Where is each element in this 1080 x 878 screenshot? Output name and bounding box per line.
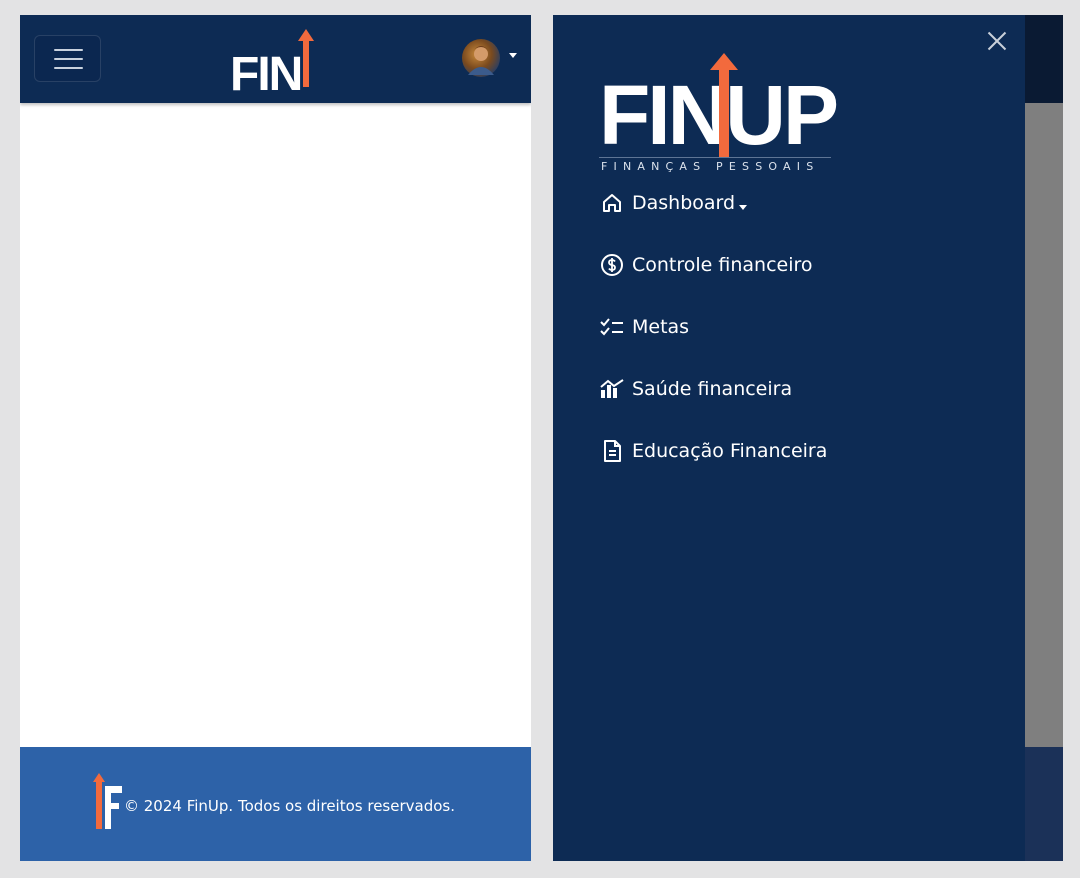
- footer-copyright: © 2024 FinUp. Todos os direitos reservad…: [124, 797, 455, 815]
- nav-label: Metas: [632, 316, 690, 338]
- side-drawer: FINUP FINANÇAS PESSOAIS Dashboard Contro…: [553, 15, 1025, 861]
- footer-logo-icon: [93, 773, 122, 829]
- avatar-photo-icon: [468, 46, 494, 75]
- site-footer: © 2024 FinUp. Todos os direitos reservad…: [20, 747, 531, 861]
- nav-label: Educação Financeira: [632, 440, 828, 462]
- app-screen-drawer-open: FINUP FINANÇAS PESSOAIS Dashboard Contro…: [553, 15, 1063, 861]
- hamburger-menu-button[interactable]: [34, 35, 101, 82]
- home-icon: [599, 191, 625, 215]
- nav-label: Dashboard: [632, 192, 736, 214]
- close-icon[interactable]: [984, 28, 1010, 54]
- app-screen-main: FIN © 2024 FinUp. Todos os direitos rese…: [20, 15, 531, 861]
- document-icon: [599, 439, 625, 463]
- nav-label: Saúde financeira: [632, 378, 793, 400]
- dollar-circle-icon: [599, 253, 625, 277]
- hamburger-line: [54, 67, 83, 69]
- nav-item-controle-financeiro[interactable]: Controle financeiro: [599, 250, 813, 280]
- top-navbar: FIN: [20, 15, 531, 103]
- hamburger-line: [54, 58, 83, 60]
- avatar-dropdown-caret-icon[interactable]: [509, 53, 517, 58]
- nav-item-saude-financeira[interactable]: Saúde financeira: [599, 374, 792, 404]
- nav-item-dashboard[interactable]: Dashboard: [599, 188, 748, 218]
- drawer-logo-tagline: FINANÇAS PESSOAIS: [601, 160, 820, 173]
- nav-item-metas[interactable]: Metas: [599, 312, 689, 342]
- chart-trend-icon: [599, 377, 625, 401]
- checklist-icon: [599, 315, 625, 339]
- drawer-logo-arrow-icon: [710, 53, 738, 157]
- user-avatar[interactable]: [462, 39, 500, 77]
- logo-divider: [599, 157, 831, 158]
- finup-drawer-logo[interactable]: FINUP FINANÇAS PESSOAIS: [599, 53, 839, 177]
- nav-item-educacao-financeira[interactable]: Educação Financeira: [599, 436, 827, 466]
- hamburger-line: [54, 49, 83, 51]
- nav-label: Controle financeiro: [632, 254, 813, 276]
- finup-logo[interactable]: FIN: [230, 29, 320, 99]
- logo-text: FIN: [230, 48, 303, 101]
- dashboard-dropdown-caret-icon: [739, 204, 748, 210]
- logo-arrow-icon: [298, 29, 314, 87]
